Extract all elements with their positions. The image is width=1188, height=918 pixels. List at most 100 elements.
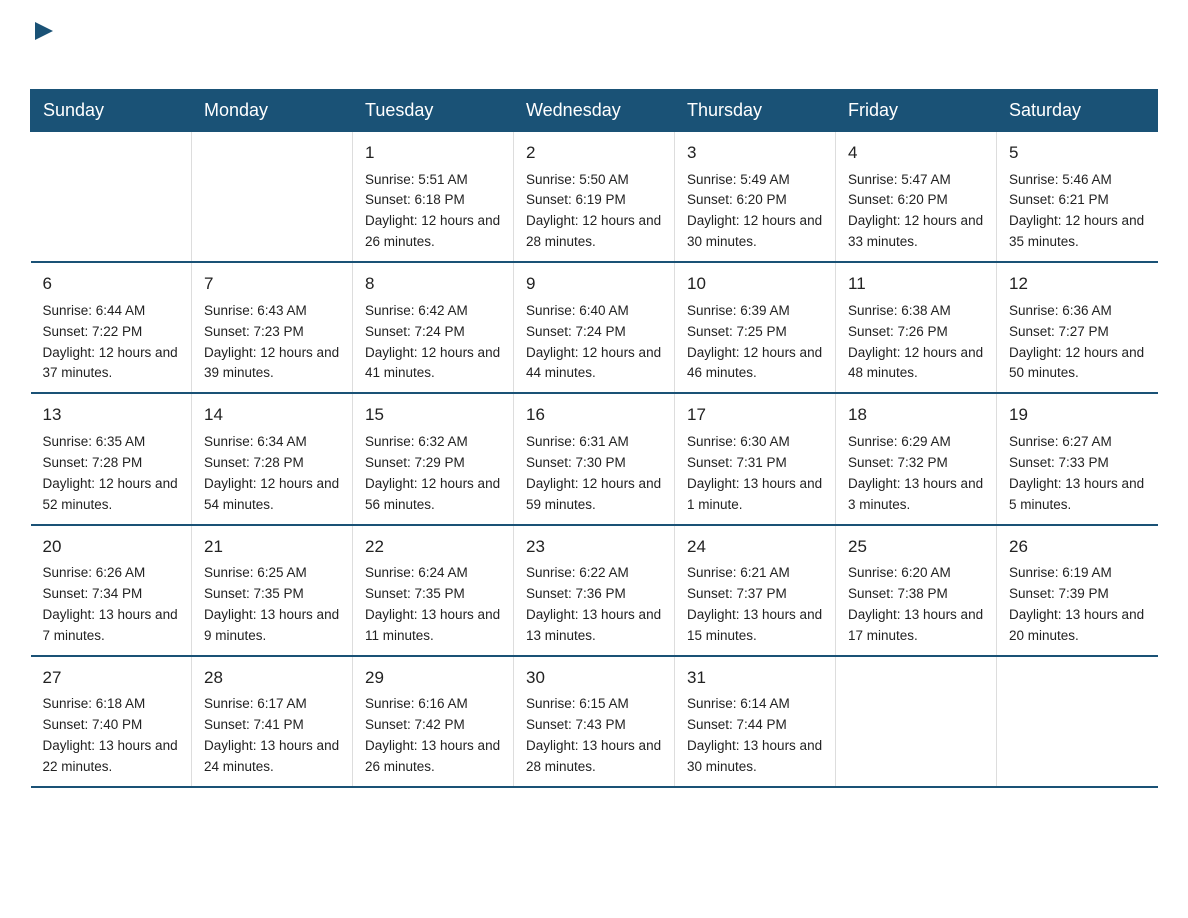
day-info: Sunrise: 6:30 AMSunset: 7:31 PMDaylight:… — [687, 432, 823, 516]
calendar-week-row: 27 Sunrise: 6:18 AMSunset: 7:40 PMDayligh… — [31, 656, 1158, 787]
day-info: Sunrise: 6:14 AMSunset: 7:44 PMDaylight:… — [687, 694, 823, 778]
day-number: 7 — [204, 271, 340, 297]
day-number: 2 — [526, 140, 662, 166]
day-number: 14 — [204, 402, 340, 428]
calendar-cell: 28 Sunrise: 6:17 AMSunset: 7:41 PMDayligh… — [192, 656, 353, 787]
day-number: 8 — [365, 271, 501, 297]
day-info: Sunrise: 6:40 AMSunset: 7:24 PMDaylight:… — [526, 301, 662, 385]
day-info: Sunrise: 6:42 AMSunset: 7:24 PMDaylight:… — [365, 301, 501, 385]
day-number: 5 — [1009, 140, 1146, 166]
day-number: 19 — [1009, 402, 1146, 428]
calendar-week-row: 13 Sunrise: 6:35 AMSunset: 7:28 PMDayligh… — [31, 393, 1158, 524]
calendar-cell: 4 Sunrise: 5:47 AMSunset: 6:20 PMDaylight… — [836, 132, 997, 263]
calendar-cell: 21Sunrise: 6:25 AMSunset: 7:35 PMDayligh… — [192, 525, 353, 656]
column-header-tuesday: Tuesday — [353, 90, 514, 132]
calendar-cell — [192, 132, 353, 263]
day-number: 31 — [687, 665, 823, 691]
calendar-cell — [836, 656, 997, 787]
column-header-monday: Monday — [192, 90, 353, 132]
day-info: Sunrise: 6:24 AMSunset: 7:35 PMDaylight:… — [365, 563, 501, 647]
calendar-cell: 16Sunrise: 6:31 AMSunset: 7:30 PMDayligh… — [514, 393, 675, 524]
day-number: 26 — [1009, 534, 1146, 560]
calendar-cell: 10Sunrise: 6:39 AMSunset: 7:25 PMDayligh… — [675, 262, 836, 393]
day-info: Sunrise: 6:39 AMSunset: 7:25 PMDaylight:… — [687, 301, 823, 385]
day-number: 9 — [526, 271, 662, 297]
day-number: 23 — [526, 534, 662, 560]
day-info: Sunrise: 5:47 AMSunset: 6:20 PMDaylight:… — [848, 170, 984, 254]
calendar-cell: 2 Sunrise: 5:50 AMSunset: 6:19 PMDaylight… — [514, 132, 675, 263]
day-number: 18 — [848, 402, 984, 428]
page-header — [30, 20, 1158, 79]
day-info: Sunrise: 6:17 AMSunset: 7:41 PMDaylight:… — [204, 694, 340, 778]
day-info: Sunrise: 5:46 AMSunset: 6:21 PMDaylight:… — [1009, 170, 1146, 254]
calendar-cell — [31, 132, 192, 263]
day-info: Sunrise: 5:51 AMSunset: 6:18 PMDaylight:… — [365, 170, 501, 254]
day-number: 15 — [365, 402, 501, 428]
calendar-cell: 11 Sunrise: 6:38 AMSunset: 7:26 PMDayligh… — [836, 262, 997, 393]
day-number: 28 — [204, 665, 340, 691]
calendar-header-row: SundayMondayTuesdayWednesdayThursdayFrid… — [31, 90, 1158, 132]
calendar-cell: 26 Sunrise: 6:19 AMSunset: 7:39 PMDayligh… — [997, 525, 1158, 656]
calendar-cell: 18 Sunrise: 6:29 AMSunset: 7:32 PMDayligh… — [836, 393, 997, 524]
calendar-table: SundayMondayTuesdayWednesdayThursdayFrid… — [30, 89, 1158, 788]
day-number: 3 — [687, 140, 823, 166]
calendar-cell: 30 Sunrise: 6:15 AMSunset: 7:43 PMDayligh… — [514, 656, 675, 787]
day-info: Sunrise: 6:38 AMSunset: 7:26 PMDaylight:… — [848, 301, 984, 385]
calendar-cell: 19 Sunrise: 6:27 AMSunset: 7:33 PMDayligh… — [997, 393, 1158, 524]
day-number: 20 — [43, 534, 180, 560]
calendar-cell: 20 Sunrise: 6:26 AMSunset: 7:34 PMDayligh… — [31, 525, 192, 656]
calendar-cell: 7 Sunrise: 6:43 AMSunset: 7:23 PMDaylight… — [192, 262, 353, 393]
calendar-cell — [997, 656, 1158, 787]
calendar-week-row: 1 Sunrise: 5:51 AMSunset: 6:18 PMDaylight… — [31, 132, 1158, 263]
day-info: Sunrise: 6:35 AMSunset: 7:28 PMDaylight:… — [43, 432, 180, 516]
logo — [30, 20, 55, 79]
calendar-cell: 15Sunrise: 6:32 AMSunset: 7:29 PMDayligh… — [353, 393, 514, 524]
day-number: 6 — [43, 271, 180, 297]
column-header-sunday: Sunday — [31, 90, 192, 132]
calendar-week-row: 6 Sunrise: 6:44 AMSunset: 7:22 PMDaylight… — [31, 262, 1158, 393]
day-number: 30 — [526, 665, 662, 691]
day-info: Sunrise: 6:44 AMSunset: 7:22 PMDaylight:… — [43, 301, 180, 385]
day-info: Sunrise: 6:21 AMSunset: 7:37 PMDaylight:… — [687, 563, 823, 647]
column-header-wednesday: Wednesday — [514, 90, 675, 132]
day-number: 16 — [526, 402, 662, 428]
calendar-cell: 27 Sunrise: 6:18 AMSunset: 7:40 PMDayligh… — [31, 656, 192, 787]
day-info: Sunrise: 6:27 AMSunset: 7:33 PMDaylight:… — [1009, 432, 1146, 516]
day-number: 27 — [43, 665, 180, 691]
calendar-cell: 29 Sunrise: 6:16 AMSunset: 7:42 PMDayligh… — [353, 656, 514, 787]
column-header-thursday: Thursday — [675, 90, 836, 132]
day-number: 11 — [848, 271, 984, 297]
logo-arrow-icon — [33, 20, 55, 42]
day-info: Sunrise: 6:36 AMSunset: 7:27 PMDaylight:… — [1009, 301, 1146, 385]
day-number: 4 — [848, 140, 984, 166]
day-info: Sunrise: 6:18 AMSunset: 7:40 PMDaylight:… — [43, 694, 180, 778]
day-number: 24 — [687, 534, 823, 560]
day-info: Sunrise: 6:29 AMSunset: 7:32 PMDaylight:… — [848, 432, 984, 516]
day-info: Sunrise: 6:34 AMSunset: 7:28 PMDaylight:… — [204, 432, 340, 516]
day-number: 12 — [1009, 271, 1146, 297]
calendar-cell: 23 Sunrise: 6:22 AMSunset: 7:36 PMDayligh… — [514, 525, 675, 656]
calendar-cell: 3Sunrise: 5:49 AMSunset: 6:20 PMDaylight… — [675, 132, 836, 263]
day-number: 1 — [365, 140, 501, 166]
calendar-week-row: 20 Sunrise: 6:26 AMSunset: 7:34 PMDayligh… — [31, 525, 1158, 656]
day-number: 17 — [687, 402, 823, 428]
calendar-cell: 31 Sunrise: 6:14 AMSunset: 7:44 PMDayligh… — [675, 656, 836, 787]
day-number: 25 — [848, 534, 984, 560]
day-number: 29 — [365, 665, 501, 691]
day-info: Sunrise: 6:43 AMSunset: 7:23 PMDaylight:… — [204, 301, 340, 385]
day-info: Sunrise: 6:20 AMSunset: 7:38 PMDaylight:… — [848, 563, 984, 647]
day-info: Sunrise: 6:16 AMSunset: 7:42 PMDaylight:… — [365, 694, 501, 778]
day-info: Sunrise: 6:22 AMSunset: 7:36 PMDaylight:… — [526, 563, 662, 647]
calendar-cell: 17 Sunrise: 6:30 AMSunset: 7:31 PMDayligh… — [675, 393, 836, 524]
calendar-cell: 22Sunrise: 6:24 AMSunset: 7:35 PMDayligh… — [353, 525, 514, 656]
day-info: Sunrise: 6:25 AMSunset: 7:35 PMDaylight:… — [204, 563, 340, 647]
day-info: Sunrise: 6:15 AMSunset: 7:43 PMDaylight:… — [526, 694, 662, 778]
calendar-cell: 8 Sunrise: 6:42 AMSunset: 7:24 PMDaylight… — [353, 262, 514, 393]
day-info: Sunrise: 6:19 AMSunset: 7:39 PMDaylight:… — [1009, 563, 1146, 647]
calendar-cell: 25 Sunrise: 6:20 AMSunset: 7:38 PMDayligh… — [836, 525, 997, 656]
calendar-cell: 9 Sunrise: 6:40 AMSunset: 7:24 PMDaylight… — [514, 262, 675, 393]
day-number: 13 — [43, 402, 180, 428]
day-info: Sunrise: 5:50 AMSunset: 6:19 PMDaylight:… — [526, 170, 662, 254]
calendar-cell: 14 Sunrise: 6:34 AMSunset: 7:28 PMDayligh… — [192, 393, 353, 524]
day-info: Sunrise: 6:26 AMSunset: 7:34 PMDaylight:… — [43, 563, 180, 647]
